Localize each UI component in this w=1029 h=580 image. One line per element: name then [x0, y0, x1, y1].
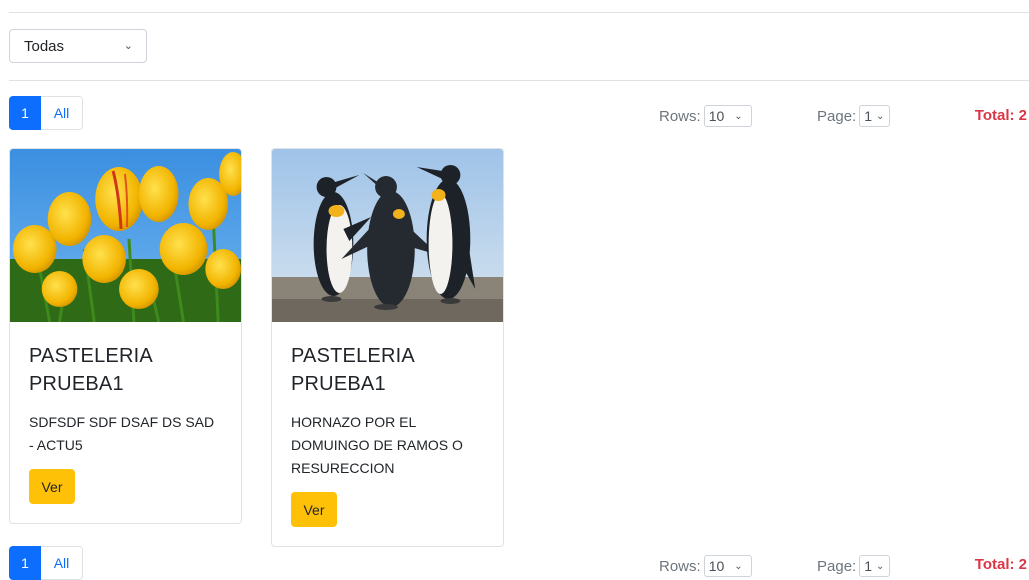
rows-label: Rows: [659, 557, 701, 575]
category-filter-select[interactable]: Todas ⌄ [9, 29, 147, 63]
chevron-down-icon: ⌄ [734, 560, 743, 572]
product-card: PASTELERIA PRUEBA1 SDFSDF SDF DSAF DS SA… [9, 148, 242, 524]
all-pages-button[interactable]: All [41, 96, 83, 130]
card-body: PASTELERIA PRUEBA1 HORNAZO POR EL DOMUIN… [272, 322, 503, 546]
view-button[interactable]: Ver [291, 492, 337, 527]
chevron-down-icon: ⌄ [876, 560, 885, 572]
top-pagination: 1 All [9, 96, 83, 130]
card-description: HORNAZO POR EL DOMUINGO DE RAMOS O RESUR… [291, 414, 463, 476]
rows-select[interactable]: 10 ⌄ [703, 555, 752, 577]
page-label: Page: [817, 557, 857, 575]
top-rows-control: Rows: 10 ⌄ [659, 104, 752, 128]
card-body: PASTELERIA PRUEBA1 SDFSDF SDF DSAF DS SA… [10, 322, 241, 523]
card-description: SDFSDF SDF DSAF DS SAD - ACTU5 [29, 414, 215, 453]
rows-value: 10 [708, 558, 725, 574]
card-title: PASTELERIA PRUEBA1 [29, 345, 152, 395]
total-count: Total: 2 [974, 556, 1027, 573]
page-1-button[interactable]: 1 [9, 96, 41, 130]
bottom-rows-control: Rows: 10 ⌄ [659, 554, 752, 578]
rows-label: Rows: [659, 107, 701, 125]
top-divider [9, 12, 1029, 13]
view-button[interactable]: Ver [29, 469, 75, 504]
chevron-down-icon: ⌄ [734, 110, 743, 122]
total-count: Total: 2 [974, 107, 1027, 124]
tulips-image [10, 149, 241, 322]
page-1-button[interactable]: 1 [9, 546, 41, 580]
penguins-image [272, 149, 503, 322]
rows-value: 10 [708, 108, 725, 124]
chevron-down-icon: ⌄ [123, 40, 133, 52]
page-value: 1 [864, 108, 872, 124]
card-title: PASTELERIA PRUEBA1 [291, 345, 414, 395]
chevron-down-icon: ⌄ [876, 110, 885, 122]
page-select[interactable]: 1 ⌄ [859, 105, 891, 127]
top-page-control: Page: 1 ⌄ [817, 104, 891, 128]
rows-select[interactable]: 10 ⌄ [703, 105, 752, 127]
filter-divider [9, 80, 1029, 81]
bottom-page-control: Page: 1 ⌄ [817, 554, 891, 578]
product-card: PASTELERIA PRUEBA1 HORNAZO POR EL DOMUIN… [271, 148, 504, 547]
all-pages-button[interactable]: All [41, 546, 83, 580]
page-value: 1 [864, 558, 872, 574]
category-filter-value: Todas [24, 37, 65, 55]
page-label: Page: [817, 107, 857, 125]
page-select[interactable]: 1 ⌄ [859, 555, 891, 577]
bottom-pagination: 1 All [9, 546, 83, 580]
